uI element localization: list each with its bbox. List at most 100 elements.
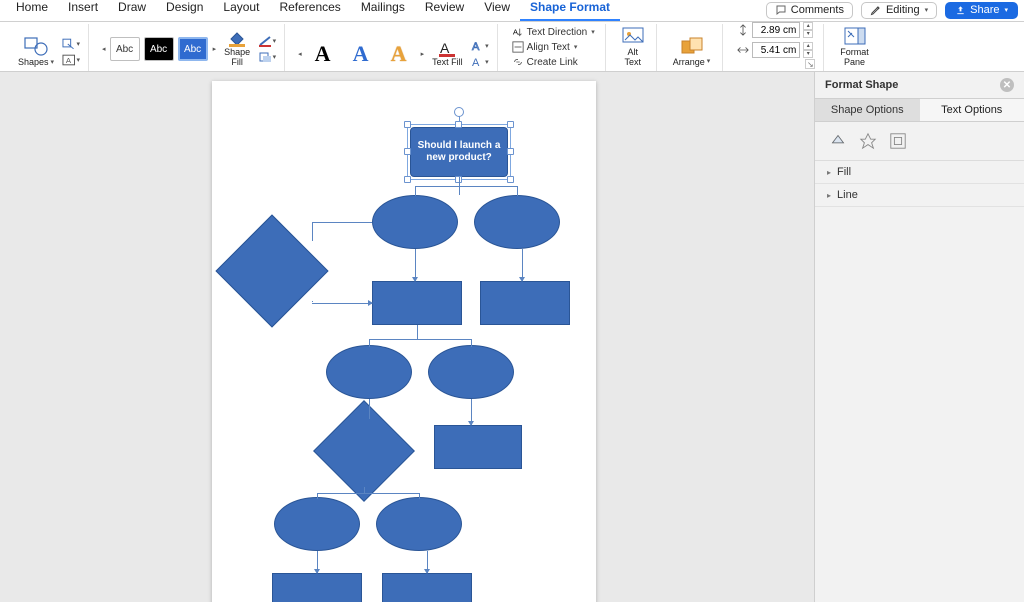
editing-mode-button[interactable]: Editing ▾ <box>861 2 937 19</box>
flowchart-decision[interactable] <box>232 231 312 311</box>
shape-style-3[interactable]: Abc <box>178 37 208 61</box>
connector[interactable] <box>415 186 416 196</box>
document-canvas[interactable]: Should I launch a new product? <box>0 72 814 602</box>
width-down[interactable]: ▾ <box>803 50 813 58</box>
create-link-button[interactable]: Create Link <box>510 55 580 69</box>
outline-icon <box>258 35 271 47</box>
connector[interactable] <box>417 325 418 339</box>
accordion-fill[interactable]: ▸Fill <box>815 161 1024 184</box>
text-fill-button[interactable]: A Text Fill <box>428 39 467 69</box>
arrange-button[interactable]: Arrange▾ <box>669 35 715 69</box>
connector[interactable] <box>415 186 459 187</box>
width-up[interactable]: ▴ <box>803 42 813 50</box>
format-pane-button[interactable]: Format Pane <box>836 25 873 69</box>
panel-category-icons <box>815 122 1024 161</box>
resize-handle-w[interactable] <box>404 148 411 155</box>
connector[interactable] <box>417 339 471 340</box>
tab-insert[interactable]: Insert <box>58 0 108 21</box>
connector[interactable] <box>517 186 518 196</box>
wordart-style-1[interactable]: A <box>306 40 340 68</box>
svg-text:A: A <box>66 56 72 65</box>
wordart-prev-button[interactable]: ◂ <box>298 50 302 58</box>
connector[interactable] <box>317 493 364 494</box>
flowchart-ellipse[interactable] <box>326 345 412 399</box>
resize-handle-e[interactable] <box>507 148 514 155</box>
shape-effects-button[interactable]: ▾ <box>258 50 276 64</box>
shape-outline-button[interactable]: ▾ <box>258 34 276 48</box>
panel-close-button[interactable]: ✕ <box>1000 78 1014 92</box>
height-down[interactable]: ▾ <box>803 30 813 38</box>
shapes-gallery-button[interactable]: Shapes▾ <box>14 35 58 69</box>
tab-review[interactable]: Review <box>415 0 474 21</box>
tab-shape-format[interactable]: Shape Format <box>520 0 620 21</box>
flowchart-ellipse[interactable] <box>474 195 560 249</box>
wordart-style-3[interactable]: A <box>382 40 416 68</box>
connector[interactable] <box>312 301 313 302</box>
shape-style-1[interactable]: Abc <box>110 37 140 61</box>
shape-width-input[interactable] <box>752 42 800 58</box>
panel-tab-text-options[interactable]: Text Options <box>920 99 1024 121</box>
flowchart-process[interactable] <box>372 281 462 325</box>
flowchart-process[interactable] <box>272 573 362 602</box>
height-up[interactable]: ▴ <box>803 22 813 30</box>
resize-handle-n[interactable] <box>455 121 462 128</box>
text-effects-button[interactable]: A▾ <box>471 55 489 69</box>
arrange-label: Arrange▾ <box>673 57 711 67</box>
connector[interactable] <box>312 303 372 304</box>
accordion-line[interactable]: ▸Line <box>815 184 1024 207</box>
shape-height-input[interactable] <box>752 22 800 38</box>
size-launcher-icon[interactable]: ↘ <box>805 59 815 69</box>
flowchart-process[interactable] <box>480 281 570 325</box>
wordart-next-button[interactable]: ▸ <box>421 50 425 58</box>
comments-button[interactable]: Comments <box>766 2 853 19</box>
effects-category-icon[interactable] <box>859 132 877 150</box>
flowchart-process[interactable] <box>434 425 522 469</box>
text-direction-button[interactable]: AText Direction▾ <box>510 25 597 39</box>
tab-mailings[interactable]: Mailings <box>351 0 415 21</box>
size-properties-icon[interactable] <box>889 132 907 150</box>
style-prev-button[interactable]: ◂ <box>102 45 106 53</box>
edit-shape-button[interactable]: ▾ <box>62 37 80 51</box>
tab-view[interactable]: View <box>474 0 520 21</box>
fill-and-line-icon[interactable] <box>829 132 847 150</box>
panel-tab-shape-options[interactable]: Shape Options <box>815 99 920 121</box>
flowchart-ellipse[interactable] <box>428 345 514 399</box>
alt-text-button[interactable]: Alt Text <box>618 25 648 69</box>
share-button[interactable]: Share ▾ <box>945 2 1018 19</box>
resize-handle-nw[interactable] <box>404 121 411 128</box>
wordart-style-2[interactable]: A <box>344 40 378 68</box>
shape-fill-button[interactable]: Shape Fill <box>220 29 254 69</box>
format-shape-panel: Format Shape ✕ Shape Options Text Option… <box>814 72 1024 602</box>
text-outline-button[interactable]: A▾ <box>471 39 489 53</box>
tab-draw[interactable]: Draw <box>108 0 156 21</box>
flowchart-process[interactable] <box>382 573 472 602</box>
connector[interactable] <box>419 493 420 499</box>
connector[interactable] <box>369 339 417 340</box>
text-box-button[interactable]: A▾ <box>62 53 80 67</box>
style-next-button[interactable]: ▸ <box>213 45 217 53</box>
tab-layout[interactable]: Layout <box>213 0 269 21</box>
flowchart-ellipse[interactable] <box>376 497 462 551</box>
rotate-handle[interactable] <box>454 107 464 117</box>
flowchart-ellipse[interactable] <box>372 195 458 249</box>
resize-handle-ne[interactable] <box>507 121 514 128</box>
flowchart-ellipse[interactable] <box>274 497 360 551</box>
tab-home[interactable]: Home <box>6 0 58 21</box>
tab-design[interactable]: Design <box>156 0 213 21</box>
shape-style-2[interactable]: Abc <box>144 37 174 61</box>
text-box-icon: A <box>62 54 75 66</box>
connector[interactable] <box>317 493 318 499</box>
connector[interactable] <box>369 399 370 419</box>
flowchart-decision[interactable] <box>328 415 400 487</box>
connector[interactable] <box>459 186 517 187</box>
resize-handle-se[interactable] <box>507 176 514 183</box>
tab-references[interactable]: References <box>269 0 350 21</box>
connector[interactable] <box>369 339 370 347</box>
svg-text:A: A <box>440 41 450 56</box>
resize-handle-sw[interactable] <box>404 176 411 183</box>
connector[interactable] <box>471 339 472 347</box>
connector[interactable] <box>312 222 313 241</box>
connector[interactable] <box>312 222 372 223</box>
align-text-button[interactable]: Align Text▾ <box>510 40 580 54</box>
connector[interactable] <box>364 493 419 494</box>
